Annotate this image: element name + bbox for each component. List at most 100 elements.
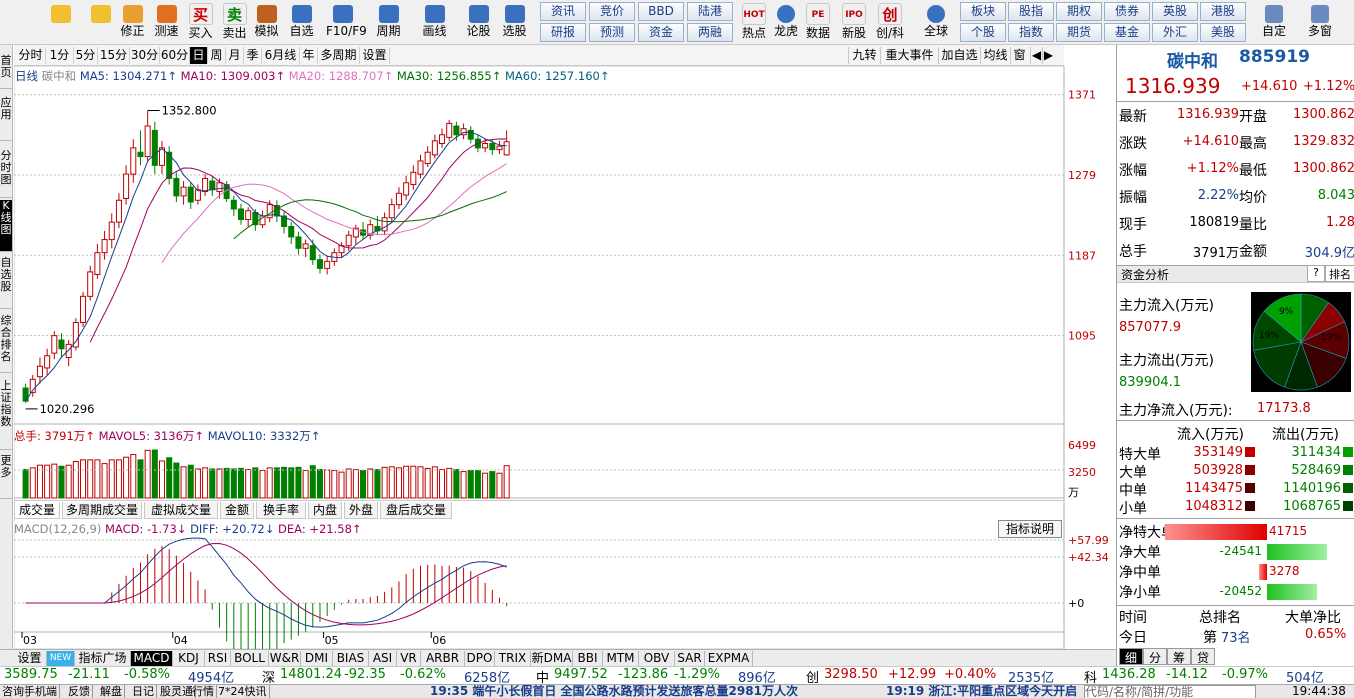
indicator-tab-16[interactable]: BBI	[573, 651, 603, 666]
chart-tool-1[interactable]: 重大事件	[880, 47, 938, 64]
left-tab-0[interactable]: 首页	[0, 55, 12, 89]
panel-bottom-tab-3[interactable]: 贷	[1191, 648, 1215, 665]
period-button[interactable]: 周期	[372, 2, 405, 44]
indicator-tab-18[interactable]: OBV	[639, 651, 675, 666]
indicator-tab-4[interactable]: KDJ	[173, 651, 205, 666]
volume-tab-5[interactable]: 内盘	[308, 502, 342, 519]
volume-tab-2[interactable]: 虚拟成交量	[144, 502, 218, 519]
pe-button[interactable]: PE 数据	[800, 2, 836, 44]
period-tab-8[interactable]: 月	[226, 47, 244, 64]
buy-button[interactable]: 买买入	[184, 2, 217, 44]
ipo-button[interactable]: IPO 新股	[836, 2, 872, 44]
indicator-explain-button[interactable]: 指标说明	[998, 520, 1062, 538]
volume-tab-7[interactable]: 盘后成交量	[380, 502, 452, 519]
quick-top-0[interactable]: 资讯	[540, 2, 586, 21]
left-tab-6[interactable]: 上证指数	[0, 380, 12, 450]
period-tab-12[interactable]: 多周期	[318, 47, 360, 64]
fund-help-button[interactable]: ?	[1307, 265, 1325, 282]
indicator-tab-6[interactable]: BOLL	[231, 651, 269, 666]
multiwindow-button[interactable]: 多窗	[1300, 2, 1340, 44]
market-top-3[interactable]: 债券	[1104, 2, 1150, 21]
indicator-tab-2[interactable]: 指标广场	[75, 651, 131, 666]
period-tab-1[interactable]: 1分	[46, 47, 74, 64]
hammer-button[interactable]: 模拟	[250, 2, 283, 44]
market-top-2[interactable]: 期权	[1056, 2, 1102, 21]
market-bottom-0[interactable]: 个股	[960, 23, 1006, 42]
indicator-tab-8[interactable]: DMI	[301, 651, 333, 666]
market-bottom-3[interactable]: 基金	[1104, 23, 1150, 42]
market-top-4[interactable]: 英股	[1152, 2, 1198, 21]
indicator-tab-15[interactable]: 新DMA	[531, 651, 573, 666]
period-tab-5[interactable]: 60分	[160, 47, 190, 64]
period-tab-10[interactable]: 6月线	[262, 47, 300, 64]
period-tab-7[interactable]: 周	[208, 47, 226, 64]
indicator-tab-3[interactable]: MACD	[131, 651, 173, 666]
up-home-button[interactable]	[84, 2, 117, 44]
period-tab-0[interactable]: 分时	[16, 47, 46, 64]
left-tab-1[interactable]: 应用	[0, 97, 12, 141]
quick-bottom-0[interactable]: 研报	[540, 23, 586, 42]
market-bottom-5[interactable]: 美股	[1200, 23, 1246, 42]
kline-chart[interactable]: 1371 1279 1187 1095 1352.800 1020.296 6499 3250…	[14, 66, 1116, 649]
indicator-tab-9[interactable]: BIAS	[333, 651, 369, 666]
hot-button[interactable]: HOT 热点	[736, 2, 772, 44]
news-headline[interactable]: 19:35 端午小长假首日 全国公路水路预计发送旅客总量2981万人次	[430, 685, 798, 698]
custom-button[interactable]: 自定	[1254, 2, 1294, 44]
chart-tool-0[interactable]: 九转	[848, 47, 880, 64]
volume-tab-4[interactable]: 换手率	[256, 502, 306, 519]
left-tab-5[interactable]: 综合排名	[0, 315, 12, 373]
sell-button[interactable]: 卖卖出	[218, 2, 251, 44]
pick-stock-button[interactable]: 选股	[498, 2, 531, 44]
indicator-tab-17[interactable]: MTM	[603, 651, 639, 666]
back-arrow-button[interactable]	[44, 2, 77, 44]
star-folder-button[interactable]: 自选	[285, 2, 318, 44]
market-bottom-4[interactable]: 外汇	[1152, 23, 1198, 42]
market-bottom-1[interactable]: 指数	[1008, 23, 1054, 42]
panel-bottom-tab-1[interactable]: 分	[1143, 648, 1167, 665]
chart-tool-3[interactable]: 均线	[980, 47, 1010, 64]
indicator-tab-19[interactable]: SAR	[675, 651, 705, 666]
period-tab-3[interactable]: 15分	[98, 47, 130, 64]
indicator-tab-12[interactable]: ARBR	[421, 651, 465, 666]
news-tab-7[interactable]: 7*24快讯	[216, 685, 270, 698]
period-tab-4[interactable]: 30分	[130, 47, 160, 64]
pen-button[interactable]: 画线	[418, 2, 451, 44]
chart-tool-4[interactable]: 窗	[1010, 47, 1028, 64]
indicator-tab-13[interactable]: DPO	[465, 651, 495, 666]
f10-button[interactable]: F10/F9	[326, 2, 367, 44]
volume-tab-0[interactable]: 成交量	[14, 502, 60, 519]
market-top-1[interactable]: 股指	[1008, 2, 1054, 21]
globe-button[interactable]: 全球	[918, 2, 954, 44]
indicator-tab-7[interactable]: W&R	[269, 651, 301, 666]
quick-bottom-3[interactable]: 两融	[687, 23, 733, 42]
indicator-tab-11[interactable]: VR	[397, 651, 421, 666]
period-tab-2[interactable]: 5分	[74, 47, 98, 64]
quick-bottom-2[interactable]: 资金	[638, 23, 684, 42]
indicator-tab-20[interactable]: EXPMA	[705, 651, 753, 666]
panel-bottom-tab-2[interactable]: 筹	[1167, 648, 1191, 665]
quick-bottom-1[interactable]: 预测	[589, 23, 635, 42]
dragon-button[interactable]: 龙虎	[768, 2, 804, 44]
news-tab-6[interactable]: 行情	[190, 685, 217, 698]
left-tab-4[interactable]: 自选股	[0, 257, 12, 309]
quick-top-1[interactable]: 竞价	[589, 2, 635, 21]
panel-bottom-tab-0[interactable]: 细	[1119, 648, 1143, 665]
news-tab-1[interactable]: 手机端	[22, 685, 60, 698]
market-top-5[interactable]: 港股	[1200, 2, 1246, 21]
news-headline[interactable]: 19:19 浙江:平阳重点区域今天开启	[886, 685, 1077, 698]
volume-tab-3[interactable]: 金额	[220, 502, 254, 519]
news-tab-3[interactable]: 解盘	[98, 685, 125, 698]
period-tab-13[interactable]: 设置	[360, 47, 390, 64]
indicator-tab-5[interactable]: RSI	[205, 651, 231, 666]
forum-button[interactable]: 论股	[462, 2, 495, 44]
left-tab-7[interactable]: 更多	[0, 455, 12, 499]
scroll-left-icon[interactable]: ◀	[1030, 47, 1042, 64]
left-tab-2[interactable]: 分时图	[0, 150, 12, 198]
news-tab-2[interactable]: 反馈	[66, 685, 93, 698]
news-tab-4[interactable]: 日记	[130, 685, 157, 698]
edit-button[interactable]: 修正	[116, 2, 149, 44]
market-top-0[interactable]: 板块	[960, 2, 1006, 21]
quick-top-3[interactable]: 陆港	[687, 2, 733, 21]
indicator-tab-0[interactable]: 设置	[13, 651, 47, 666]
indicator-tab-14[interactable]: TRIX	[495, 651, 531, 666]
